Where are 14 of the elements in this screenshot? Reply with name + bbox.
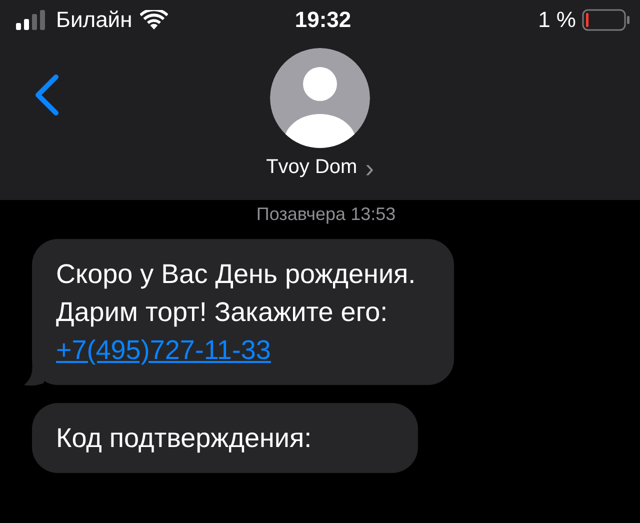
battery-icon [582, 9, 630, 31]
message-text: Код подтверждения: [56, 422, 313, 455]
signal-icon [16, 10, 48, 30]
carrier-name: Билайн [56, 7, 132, 33]
back-icon[interactable] [34, 74, 60, 116]
wifi-icon [140, 10, 168, 30]
contact-name[interactable]: Tvoy Dom [266, 156, 358, 179]
clock-time: 19:32 [294, 7, 352, 33]
battery-percent: 1 % [538, 7, 576, 33]
chevron-icon[interactable]: › [365, 158, 374, 178]
avatar-icon[interactable] [270, 48, 370, 148]
phone-link[interactable]: +7(495)727-11-33 [56, 335, 271, 365]
message-text: Скоро у Вас День рождения. Дарим торт! Закажите его: +7(495)727-11-33 [56, 258, 417, 367]
message-timestamp: Позавчера 13:53 [256, 204, 396, 225]
